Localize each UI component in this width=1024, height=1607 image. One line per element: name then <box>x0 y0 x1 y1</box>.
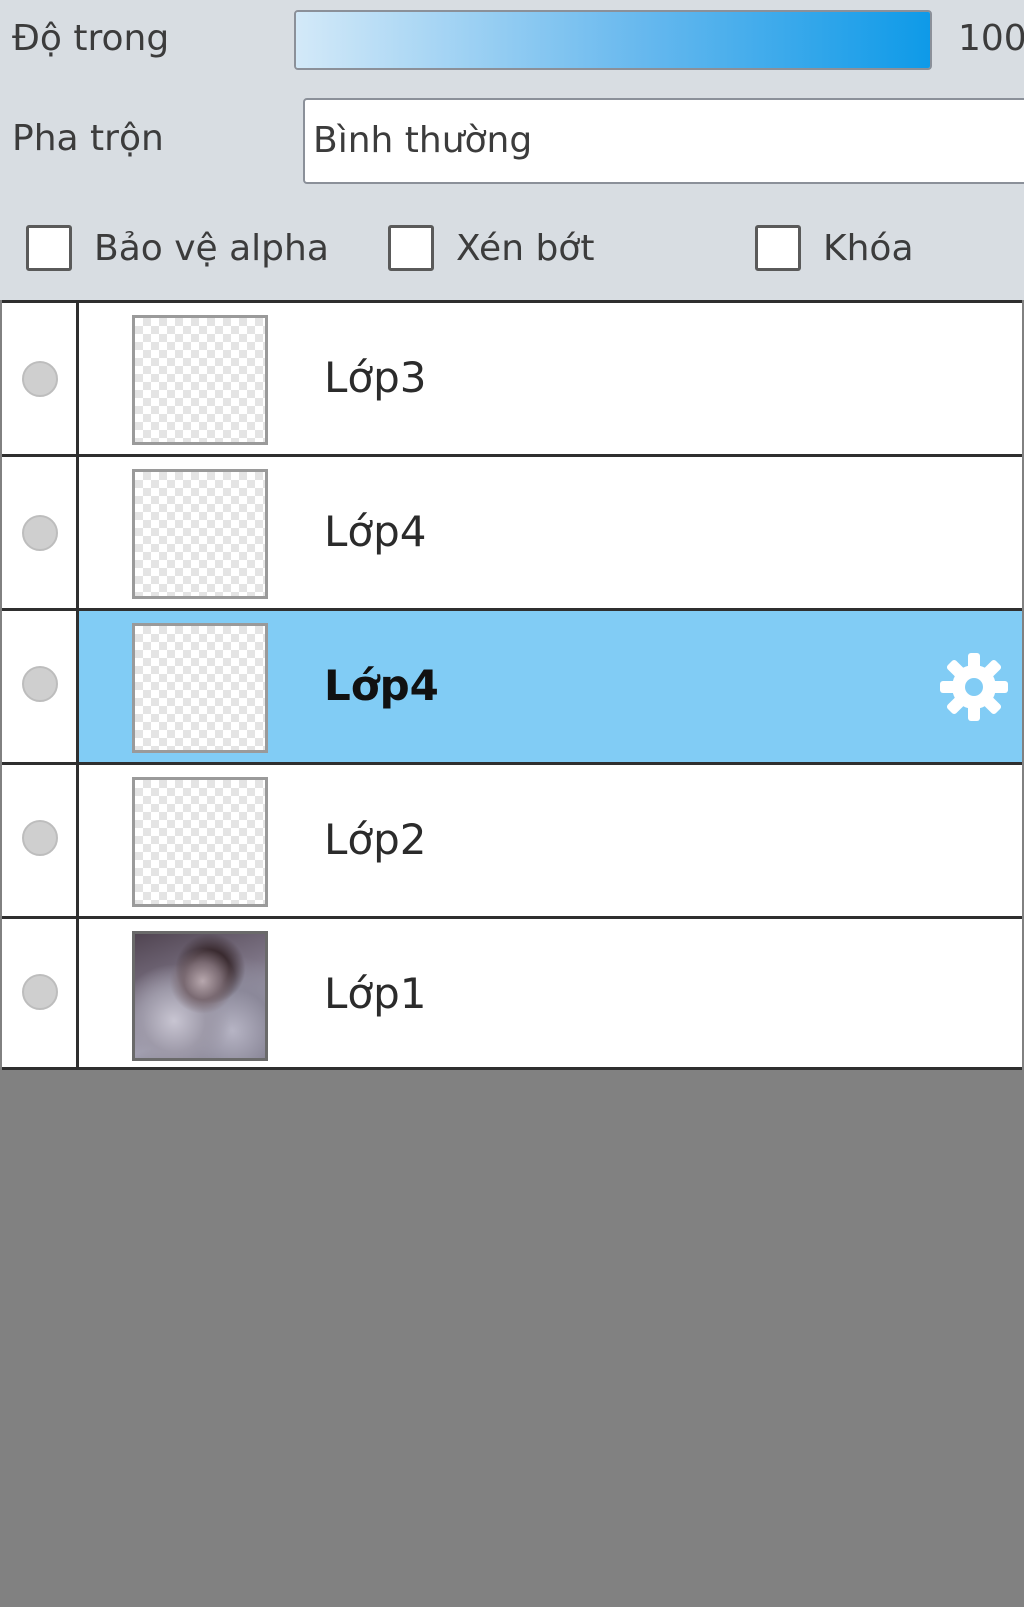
layer-properties-panel: Độ trong 100 Pha trộn Bình thường Bảo vệ… <box>0 0 1024 300</box>
protect-alpha-option[interactable]: Bảo vệ alpha <box>26 222 329 274</box>
visibility-toggle[interactable] <box>22 361 58 397</box>
layer-thumbnail <box>132 623 268 753</box>
clipping-label: Xén bớt <box>456 227 595 269</box>
protect-alpha-label: Bảo vệ alpha <box>94 227 329 269</box>
layer-thumbnail <box>132 315 268 445</box>
blend-mode-label: Pha trộn <box>12 118 164 159</box>
layer-row[interactable]: Lớp4 <box>2 457 1022 611</box>
layer-row[interactable]: Lớp3 <box>2 303 1022 457</box>
layer-body-selected[interactable]: Lớp4 <box>79 611 1022 765</box>
visibility-toggle[interactable] <box>22 820 58 856</box>
layer-name: Lớp1 <box>324 969 427 1018</box>
blend-mode-value: Bình thường <box>313 120 533 161</box>
layer-list: Lớp3 Lớp4 Lớp4 Lớp2 Lớp1 <box>2 300 1022 1070</box>
protect-alpha-checkbox[interactable] <box>26 225 72 271</box>
opacity-slider[interactable] <box>294 10 932 70</box>
layer-body[interactable]: Lớp2 <box>79 765 1022 919</box>
layer-thumbnail <box>132 469 268 599</box>
layer-body[interactable]: Lớp1 <box>79 919 1022 1073</box>
opacity-slider-fill <box>296 12 930 68</box>
layer-name: Lớp4 <box>324 507 427 556</box>
layer-thumbnail <box>132 777 268 907</box>
clipping-option[interactable]: Xén bớt <box>388 222 594 274</box>
opacity-value: 100 <box>958 18 1024 59</box>
opacity-label: Độ trong <box>12 18 170 59</box>
layer-row[interactable]: Lớp2 <box>2 765 1022 919</box>
lock-option[interactable]: Khóa <box>755 222 914 274</box>
visibility-toggle[interactable] <box>22 974 58 1010</box>
lock-label: Khóa <box>823 227 914 269</box>
lock-checkbox[interactable] <box>755 225 801 271</box>
layer-name: Lớp3 <box>324 353 427 402</box>
blend-mode-dropdown[interactable]: Bình thường <box>303 98 1024 184</box>
layer-thumbnail-photo <box>132 931 268 1061</box>
layer-row-selected[interactable]: Lớp4 <box>2 611 1022 765</box>
layer-body[interactable]: Lớp4 <box>79 457 1022 611</box>
gear-icon[interactable] <box>936 649 1012 725</box>
layer-row[interactable]: Lớp1 <box>2 919 1022 1073</box>
visibility-toggle[interactable] <box>22 666 58 702</box>
visibility-toggle[interactable] <box>22 515 58 551</box>
layer-body[interactable]: Lớp3 <box>79 303 1022 457</box>
clipping-checkbox[interactable] <box>388 225 434 271</box>
layer-name: Lớp2 <box>324 815 427 864</box>
layer-name: Lớp4 <box>324 661 439 710</box>
